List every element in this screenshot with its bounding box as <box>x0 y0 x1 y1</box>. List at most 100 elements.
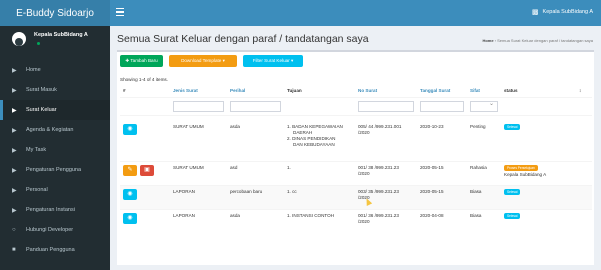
col-header-tanggal[interactable]: Tanggal Surat <box>417 85 467 98</box>
filter-row <box>120 96 592 115</box>
breadcrumb-home[interactable]: Home <box>482 38 493 43</box>
cell-perihal: asd <box>227 160 284 185</box>
row-actions: ✎ ▣ <box>120 160 170 185</box>
view-button[interactable]: ◉ <box>123 212 137 224</box>
sidebar-item-label: Surat Keluar <box>26 107 57 113</box>
sidebar-user-name: Kepala SubBidang A <box>34 32 88 38</box>
folder-icon: ▶ <box>12 147 17 154</box>
sidebar-item-label: Hubungi Developer <box>26 227 74 233</box>
top-navbar: ▩ Kepala SubBidang A <box>110 0 601 26</box>
cell-jenis: SURAT UMUM <box>170 114 227 161</box>
col-header-perihal[interactable]: Perihal <box>227 85 284 98</box>
col-header-no-surat[interactable]: No Surat <box>355 85 417 98</box>
cell-perihal: asda <box>227 114 284 161</box>
download-template-button[interactable]: Download Template ▾ <box>169 55 237 67</box>
toggle-columns-icon[interactable]: ↕ <box>576 85 592 98</box>
view-button[interactable]: ◉ <box>123 123 137 135</box>
sidebar-item[interactable]: ▶ Surat Keluar <box>0 100 110 120</box>
sidebar-item[interactable]: ▶ Agenda & Kegiatan <box>0 120 110 140</box>
table-row[interactable]: ◉ LAPORAN percobaan baru 1. cc 003/ 35 /999.… <box>120 184 592 209</box>
sidebar-item[interactable]: ▶ Pengaturan Instansi <box>0 200 110 220</box>
menu-icon[interactable] <box>116 8 124 18</box>
tujuan-line: 1. cc <box>287 188 297 194</box>
add-button[interactable]: ✚ Tambah Baru <box>120 55 163 67</box>
cell-no-surat: 003/ 35 /999.231.23/2020 <box>355 184 417 209</box>
filter-sifat-select[interactable] <box>470 100 498 112</box>
col-header-sifat[interactable]: Sifat <box>467 85 501 98</box>
status-badge: Selesai <box>504 188 521 195</box>
status-badge: Selesai <box>504 212 521 219</box>
sidebar-item-label: Pengaturan Instansi <box>26 207 75 213</box>
edit-button[interactable]: ✎ <box>123 164 137 176</box>
cell-jenis: LAPORAN <box>170 208 227 233</box>
sidebar-item[interactable]: ▶ Pengaturan Pengguna <box>0 160 110 180</box>
view-button[interactable]: ◉ <box>123 188 137 200</box>
cell-no-surat: 001/ 36 /999.231.23/2020 <box>355 208 417 233</box>
cell-perihal: percobaan baru <box>227 184 284 209</box>
cell-tujuan: 1. <box>284 160 355 185</box>
avatar <box>12 32 26 46</box>
filter-button[interactable]: Filter Surat Keluar ▾ <box>243 55 303 67</box>
cell-tanggal: 2020-10-23 <box>417 114 467 161</box>
page-title: Semua Surat Keluar dengan paraf / tandat… <box>117 33 369 45</box>
row-actions: ◉ <box>120 114 170 161</box>
sidebar-item[interactable]: ▶ Home <box>0 60 110 80</box>
cell-tanggal: 2020-05-15 <box>417 184 467 209</box>
table-row[interactable]: ◉ SURAT UMUM asda 1. BADAN KEPEGAWAIAN DAERA… <box>120 114 592 161</box>
folder-icon: ▶ <box>12 187 17 194</box>
top-user-menu[interactable]: ▩ Kepala SubBidang A <box>532 8 593 16</box>
cell-sifat: Penting <box>467 114 501 161</box>
sidebar-item-label: Surat Masuk <box>26 87 57 93</box>
cell-empty <box>576 114 592 161</box>
status-badge: Proses Persetujuan <box>504 164 538 171</box>
delete-button[interactable]: ▣ <box>140 164 154 176</box>
cell-no-surat: 001/ 38 /999.231.23/2020 <box>355 160 417 185</box>
cell-sifat: Biasa <box>467 184 501 209</box>
sidebar-item-label: Panduan Pengguna <box>26 247 75 253</box>
users-icon: ▩ <box>531 9 539 16</box>
cell-perihal: asda <box>227 208 284 233</box>
filter-tanggal-input[interactable] <box>420 100 464 112</box>
table-row[interactable]: ◉ LAPORAN asda 1. INSTANSI CONTOH 001/ 36 /9… <box>120 208 592 233</box>
sidebar-item[interactable]: ▶ Personal <box>0 180 110 200</box>
cell-status: Proses Persetujuan Kepala SubBidang A <box>501 160 576 185</box>
table-row[interactable]: ✎ ▣ SURAT UMUM asd 1. 001/ 38 /999.231.23/202… <box>120 160 592 185</box>
app-logo[interactable]: E-Buddy Sidoarjo <box>0 0 110 26</box>
user-panel: Kepala SubBidang A <box>0 26 110 60</box>
sidebar: Kepala SubBidang A ▶ Home ▶ Surat Masuk ▶ Sur… <box>0 26 110 270</box>
folder-icon: ▶ <box>12 127 17 134</box>
sidebar-item[interactable]: ■ Panduan Pengguna <box>0 240 110 260</box>
cell-sifat: Biasa <box>467 208 501 233</box>
cell-tanggal: 2020-05-15 <box>417 160 467 185</box>
cell-no-surat: 005/ 44 /999.231.001/2020 <box>355 114 417 161</box>
folder-icon: ▶ <box>12 107 17 114</box>
whatsapp-icon: ○ <box>12 227 16 233</box>
tujuan-line: DAN KEBUDAYAAN <box>293 141 335 147</box>
cell-status: Selesai <box>501 208 576 233</box>
top-user-name: Kepala SubBidang A <box>542 9 593 15</box>
folder-icon: ▶ <box>12 67 17 74</box>
sidebar-item[interactable]: ▶ My Task <box>0 140 110 160</box>
row-actions: ◉ <box>120 184 170 209</box>
filter-jenis-input[interactable] <box>173 100 224 112</box>
sidebar-item-label: My Task <box>26 147 47 153</box>
cell-empty <box>576 160 592 185</box>
breadcrumb-current: Semua Surat Keluar dengan paraf / tandat… <box>497 38 593 43</box>
sidebar-item[interactable]: ○ Hubungi Developer <box>0 220 110 240</box>
filter-no-surat-input[interactable] <box>358 100 414 112</box>
cell-tanggal: 2020-04-08 <box>417 208 467 233</box>
col-header-jenis[interactable]: Jenis Surat <box>170 85 227 98</box>
cell-tujuan: 1. cc <box>284 184 355 209</box>
no-surat-line: /2020 <box>358 170 370 176</box>
tujuan-line: 1. BADAN KEPEGAWAIAN <box>287 123 343 129</box>
cell-sifat: Rahasia <box>467 160 501 185</box>
surat-keluar-table: # Jenis Surat Perihal Tujuan No Surat Ta… <box>120 85 592 233</box>
sidebar-item[interactable]: ▶ Surat Masuk <box>0 80 110 100</box>
cell-tujuan: 1. INSTANSI CONTOH <box>284 208 355 233</box>
filter-perihal-input[interactable] <box>230 100 281 112</box>
folder-icon: ▶ <box>12 167 17 174</box>
col-header-tujuan: Tujuan <box>284 85 355 98</box>
content-box: ✚ Tambah Baru Download Template ▾ Filter… <box>117 50 594 265</box>
folder-icon: ▶ <box>12 87 17 94</box>
tujuan-line: 1. INSTANSI CONTOH <box>287 212 335 218</box>
